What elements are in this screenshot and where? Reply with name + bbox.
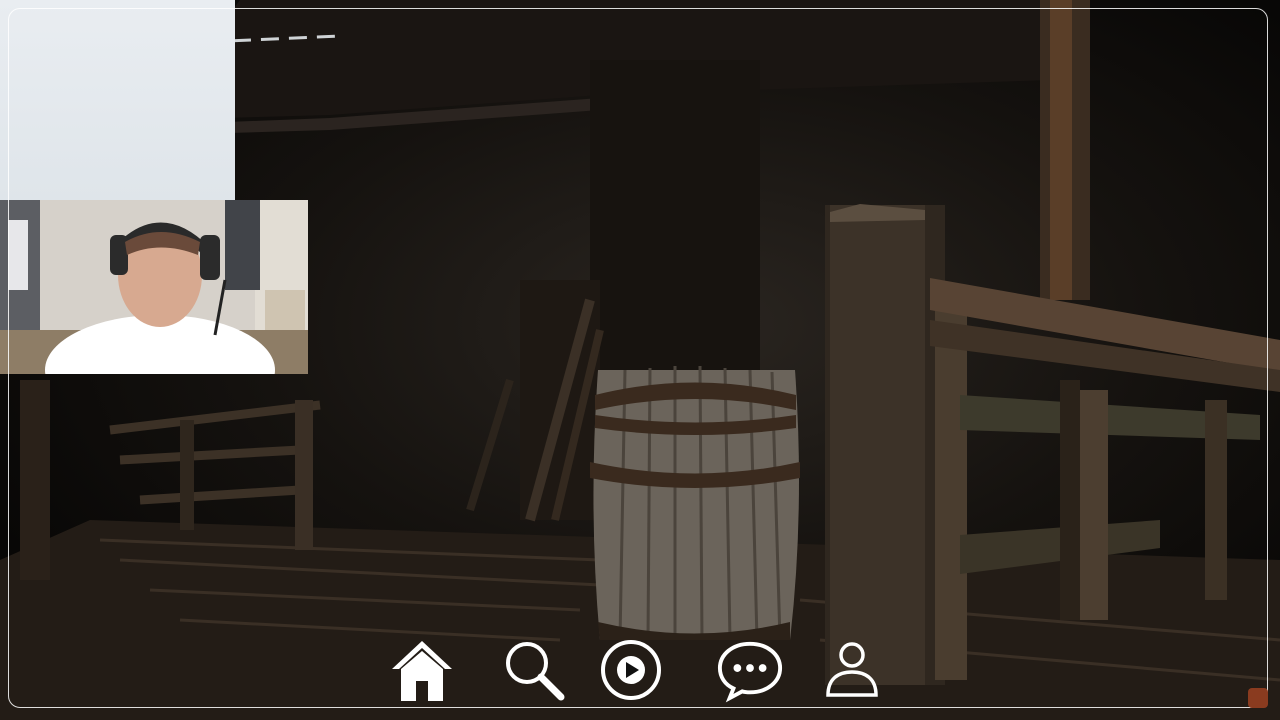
- sky-opening: [0, 0, 235, 200]
- home-icon: [392, 641, 452, 701]
- channel-logo: [1248, 688, 1268, 708]
- chat-button[interactable]: [716, 636, 784, 704]
- search-button[interactable]: [500, 636, 568, 704]
- stream-overlay-nav: [388, 636, 878, 704]
- play-icon: [601, 640, 661, 700]
- streamer-webcam-icon: [0, 200, 308, 374]
- chat-bubble-icon: [717, 641, 783, 703]
- barrel: [590, 365, 800, 641]
- user-icon: [826, 642, 878, 697]
- profile-button[interactable]: [818, 636, 886, 704]
- home-button[interactable]: [388, 636, 456, 704]
- streamer-webcam: [0, 200, 308, 374]
- play-button[interactable]: [597, 636, 665, 704]
- search-icon: [506, 642, 565, 701]
